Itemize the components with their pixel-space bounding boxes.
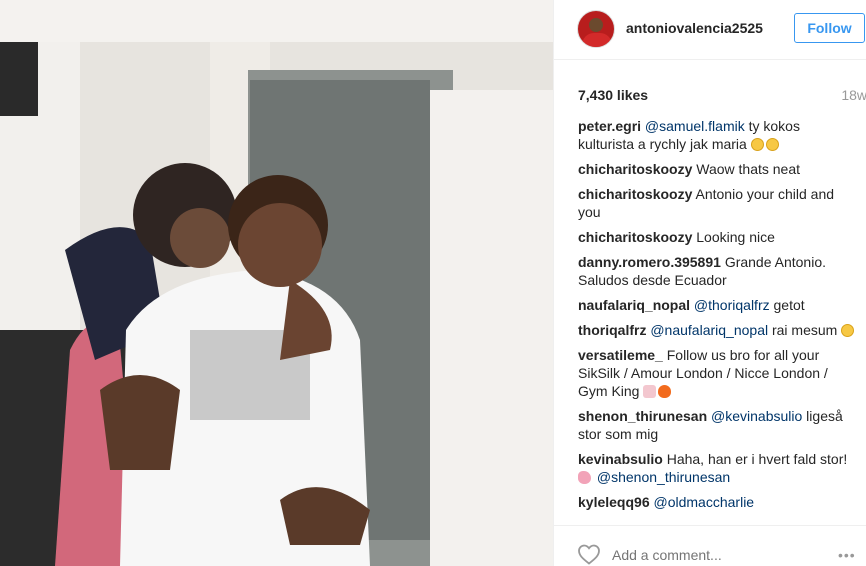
post-username[interactable]: antoniovalencia2525 (626, 20, 763, 36)
comment-item: versatileme_ Follow us bro for all your … (578, 346, 858, 400)
comment-item: thoriqalfrz @naufalariq_nopal rai mesum (578, 321, 858, 339)
likes-row: 7,430 likes 18w (554, 78, 866, 103)
praying-hands-icon (643, 385, 657, 398)
comment-item: peter.egri @samuel.flamik ty kokos kultu… (578, 117, 858, 153)
comment-text: getot (769, 297, 805, 313)
post-photo[interactable] (0, 0, 553, 566)
comment-user[interactable]: shenon_thirunesan (578, 408, 707, 424)
post-details-panel: antoniovalencia2525 Follow 7,430 likes 1… (553, 0, 866, 566)
comment-footer: ••• (554, 525, 866, 566)
comment-user[interactable]: versatileme_ (578, 347, 663, 363)
comment-item: chicharitoskoozy Waow thats neat (578, 160, 858, 178)
more-options-icon[interactable]: ••• (838, 547, 856, 563)
comment-user[interactable]: thoriqalfrz (578, 322, 646, 338)
follow-button[interactable]: Follow (794, 13, 865, 43)
comment-item: kyleleqq96 @oldmaccharlie (578, 493, 858, 511)
photo-illustration (0, 0, 553, 566)
comment-user[interactable]: peter.egri (578, 118, 641, 134)
comments-list[interactable]: peter.egri @samuel.flamik ty kokos kultu… (578, 117, 858, 525)
heart-outline-icon[interactable] (577, 543, 601, 565)
comment-item: chicharitoskoozy Antonio your child and … (578, 185, 858, 221)
add-comment-input[interactable] (612, 547, 812, 563)
comment-mention[interactable]: @kevinabsulio (711, 408, 802, 424)
comment-mention[interactable]: @shenon_thirunesan (597, 469, 730, 485)
comment-user[interactable]: chicharitoskoozy (578, 161, 692, 177)
comment-mention[interactable]: @naufalariq_nopal (650, 322, 768, 338)
comment-user[interactable]: naufalariq_nopal (578, 297, 690, 313)
comment-text: rai mesum (768, 322, 838, 338)
comment-user[interactable]: danny.romero.395891 (578, 254, 721, 270)
comment-text: Waow thats neat (696, 161, 801, 177)
comment-text: Looking nice (696, 229, 775, 245)
post-header: antoniovalencia2525 Follow (554, 0, 866, 60)
fire-icon (658, 385, 672, 398)
comment-item: shenon_thirunesan @kevinabsulio ligeså s… (578, 407, 858, 443)
avatar-shirt (582, 33, 612, 47)
comment-mention[interactable]: @samuel.flamik (645, 118, 745, 134)
avatar[interactable] (577, 10, 615, 48)
comment-user[interactable]: kyleleqq96 (578, 494, 650, 510)
comment-user[interactable]: chicharitoskoozy (578, 186, 692, 202)
comment-mention[interactable]: @oldmaccharlie (654, 494, 755, 510)
likes-count[interactable]: 7,430 likes (578, 87, 648, 103)
laughing-face-icon (841, 324, 855, 337)
comment-user[interactable]: chicharitoskoozy (578, 229, 692, 245)
comment-mention[interactable]: @thoriqalfrz (694, 297, 770, 313)
comment-item: naufalariq_nopal @thoriqalfrz getot (578, 296, 858, 314)
laughing-face-icon (765, 138, 779, 151)
laughing-face-icon (750, 138, 764, 151)
post-age[interactable]: 18w (841, 87, 866, 103)
comment-user[interactable]: kevinabsulio (578, 451, 663, 467)
flexed-biceps-icon (578, 471, 591, 484)
avatar-face (589, 18, 603, 32)
comment-text: Haha, han er i hvert fald stor! (666, 451, 848, 467)
comment-item: danny.romero.395891 Grande Antonio. Salu… (578, 253, 858, 289)
comment-item: chicharitoskoozy Looking nice (578, 228, 858, 246)
comment-item: kevinabsulio Haha, han er i hvert fald s… (578, 450, 858, 486)
